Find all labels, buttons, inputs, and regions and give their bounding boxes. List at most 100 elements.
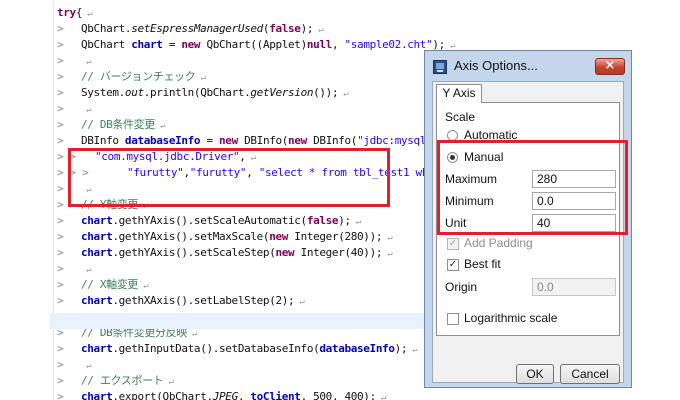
dialog-titlebar[interactable]: Axis Options... × [425,51,631,81]
code-token: "furutty" [127,166,184,179]
code-line[interactable]: > chart.gethYAxis().setMaxScale(new Integ… [57,229,393,245]
code-token: Integer(280)); [288,230,383,243]
code-line[interactable]: > QbChart chart = new QbChart((Applet)nul… [57,37,455,53]
code-token: DBInfo( [237,134,289,147]
maximum-field[interactable]: 280 [532,170,616,188]
code-token: new [275,246,295,259]
code-line[interactable]: > // エクスポート ↵ [57,373,174,389]
line-end-icon: ↵ [81,361,92,371]
code-line[interactable]: > // DB条件変更 ↵ [57,117,165,133]
line-end-icon: ↵ [81,57,92,67]
y-axis-panel: Scale Automatic Manual Maximum 280 Minim… [436,102,620,336]
tab-marker: > [57,390,64,400]
code-token: QbChart [81,38,132,51]
code-line[interactable]: > ↵ [57,261,91,277]
code-line[interactable]: > chart.gethInputData().setDatabaseInfo(d… [57,341,418,357]
tab-marker: > [57,38,64,51]
code-line[interactable]: > ↵ [57,101,91,117]
code-token: QbChart((Applet) [200,38,307,51]
code-token: ); [394,342,408,355]
code-line[interactable]: > ↵ [57,357,91,373]
code-token: = [162,38,182,51]
automatic-radio[interactable] [447,130,458,141]
tab-marker: > [57,262,64,275]
tab-y-axis[interactable]: Y Axis [436,84,482,103]
tab-marker: > [57,358,64,371]
code-line[interactable]: > chart.gethXAxis().setLabelStep(2); ↵ [57,293,305,309]
close-button[interactable]: × [595,58,625,75]
code-token: .export(QbChart. [112,390,213,400]
code-token: new [181,38,201,51]
tab-marker: > [57,22,64,35]
code-line[interactable]: > chart.gethYAxis().setScaleAutomatic(fal… [57,213,361,229]
logarithmic-scale-checkbox[interactable] [447,313,459,325]
code-token: databaseInfo [124,134,201,147]
code-token: false [306,214,339,227]
line-end-icon: ↵ [313,25,324,35]
code-line[interactable]: > DBInfo databaseInfo = new DBInfo(new DB… [57,133,449,149]
code-token: chart [81,342,113,355]
maximum-label: Maximum [445,172,498,186]
code-token: Integer(40)); [294,246,383,259]
code-line[interactable]: > chart.export(QbChart.JPEG, toClient, 50… [57,389,386,400]
code-line[interactable]: > chart.gethYAxis().setScaleStep(new Inte… [57,245,393,261]
code-token: try [57,6,76,19]
code-token: .gethInputData().setDatabaseInfo( [112,342,320,355]
origin-field[interactable]: 0.0 [532,278,616,296]
minimum-field[interactable]: 0.0 [532,192,616,210]
code-line[interactable]: > ↵ [57,181,91,197]
code-token: out [124,86,144,99]
line-end-icon: ↵ [154,121,166,131]
line-end-icon: ↵ [81,105,92,115]
ok-button[interactable]: OK [516,364,554,384]
manual-radio[interactable] [447,152,458,163]
code-token: DBInfo [81,134,125,147]
line-end-icon: ↵ [245,153,256,163]
line-end-icon: ↵ [163,377,174,387]
code-line[interactable]: > // X軸変更 ↵ [57,277,149,293]
code-line[interactable]: try{ ↵ [57,5,93,21]
code-line[interactable]: > QbChart.setEspressManagerUsed(false); ↵ [57,21,324,37]
code-token: "sample02.cht" [344,38,433,51]
code-token: , 500, 400); [300,390,377,400]
tab-marker: > [57,230,64,243]
code-token: new [288,134,307,147]
line-end-icon: ↵ [407,345,418,355]
line-end-icon: ↵ [382,233,393,243]
code-token: System. [81,86,125,99]
line-end-icon: ↵ [81,185,92,195]
cancel-button[interactable]: Cancel [560,364,620,384]
code-line[interactable]: > // Y軸変更 ↵ [57,197,149,213]
code-line[interactable]: > > > "furutty","furutty", "select * from… [57,165,457,181]
code-token: chart [81,214,113,227]
best-fit-checkbox[interactable]: ✓ [447,259,459,271]
tab-marker: > [57,86,64,99]
code-token: setEspressManagerUsed [131,22,263,35]
code-token: .gethYAxis().setMaxScale( [112,230,270,243]
code-token: chart [81,230,113,243]
line-end-icon: ↵ [375,393,386,400]
code-line[interactable]: > ↵ [57,53,91,69]
add-padding-checkbox[interactable]: ✓ [447,238,459,250]
tab-marker: > [57,214,64,227]
code-token: , [331,38,345,51]
tab-marker: > > > [57,166,89,179]
line-end-icon: ↵ [81,265,92,275]
code-line[interactable]: > > "com.mysql.jdbc.Driver", ↵ [57,149,256,165]
code-line[interactable]: > System.out.println(QbChart.getVersion()… [57,85,349,101]
code-line[interactable]: > // バージョンチェック ↵ [57,69,206,85]
code-token: "com.mysql.jdbc.Driver" [95,150,240,163]
code-token: // バージョンチェック [81,70,196,83]
scale-group-label: Scale [445,110,476,124]
line-end-icon: ↵ [186,329,198,339]
tab-marker: > [57,118,64,131]
code-token: // Y軸変更 [81,198,139,211]
line-end-icon: ↵ [82,9,93,19]
unit-field[interactable]: 40 [532,214,616,232]
code-token: databaseInfo [319,342,395,355]
code-token: , [246,166,259,179]
code-token: , [237,390,251,400]
line-end-icon: ↵ [350,217,361,227]
line-end-icon: ↵ [195,73,206,83]
code-token: QbChart. [81,22,132,35]
